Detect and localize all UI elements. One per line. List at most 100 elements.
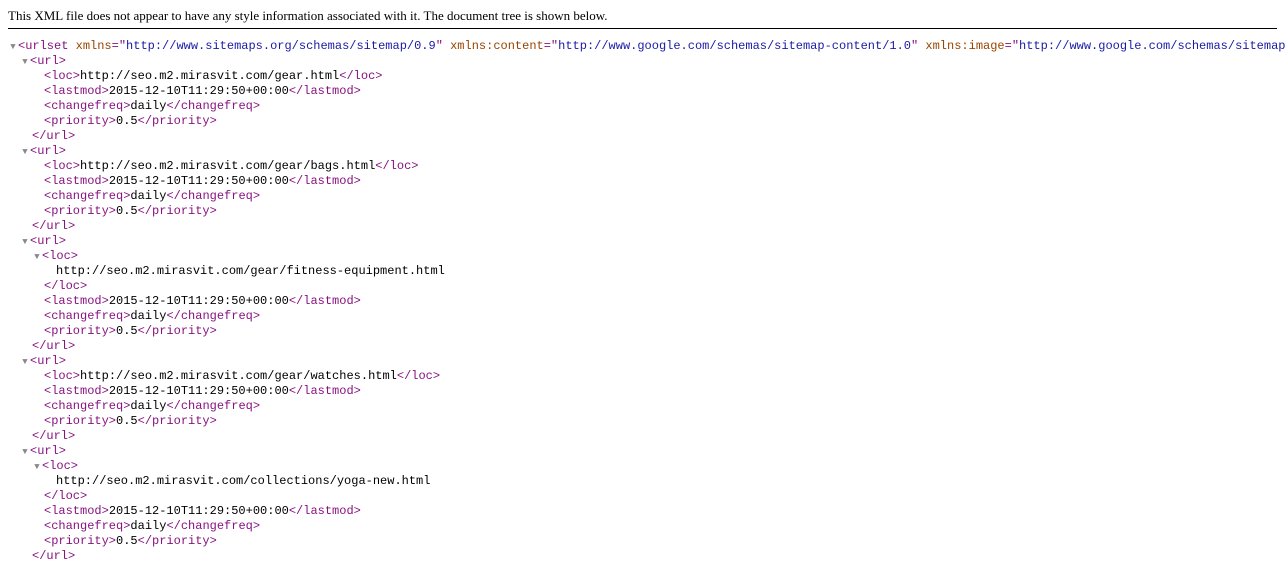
xml-element-loc-close: </loc> [8,279,1277,294]
tag-lastmod-close: </lastmod> [289,174,361,188]
xml-element-url-close: </url> [8,549,1277,564]
tag-changefreq-open: <changefreq> [44,189,130,203]
tag-loc-open: <loc> [42,459,78,473]
tag-lastmod-close: </lastmod> [289,84,361,98]
xml-element-url: <url> [8,54,1277,69]
xml-element-lastmod: <lastmod>2015-12-10T11:29:50+00:00</last… [8,84,1277,99]
attr-name: xmlns [76,39,112,53]
xml-element-lastmod: <lastmod>2015-12-10T11:29:50+00:00</last… [8,504,1277,519]
tag-priority-open: <priority> [44,114,116,128]
tag-priority-close: </priority> [138,534,217,548]
tag-priority-open: <priority> [44,324,116,338]
text-changefreq: daily [130,519,166,533]
xml-element-changefreq: <changefreq>daily</changefreq> [8,399,1277,414]
punct: " [436,39,443,53]
collapse-toggle-icon[interactable] [20,354,30,369]
text-lastmod: 2015-12-10T11:29:50+00:00 [109,504,289,518]
text-priority: 0.5 [116,204,138,218]
xml-element-url-close: </url> [8,429,1277,444]
tag-changefreq-close: </changefreq> [166,399,260,413]
xml-element-loc-close: </loc> [8,489,1277,504]
xml-element-priority: <priority>0.5</priority> [8,114,1277,129]
tag-lastmod-close: </lastmod> [289,504,361,518]
xml-element-lastmod: <lastmod>2015-12-10T11:29:50+00:00</last… [8,294,1277,309]
text-loc: http://seo.m2.mirasvit.com/gear/bags.htm… [80,159,375,173]
xml-element-url: <url> [8,144,1277,159]
xml-no-style-message: This XML file does not appear to have an… [8,8,1277,29]
collapse-toggle-icon[interactable] [32,459,42,474]
text-priority: 0.5 [116,324,138,338]
tag-priority-open: <priority> [44,534,116,548]
tag-loc-close: </loc> [375,159,418,173]
space [68,39,75,53]
tag-priority-close: </priority> [138,204,217,218]
text-loc: http://seo.m2.mirasvit.com/gear/watches.… [80,369,397,383]
text-priority: 0.5 [116,534,138,548]
xml-element-url-close: </url> [8,339,1277,354]
xml-text-loc: http://seo.m2.mirasvit.com/gear/fitness-… [8,264,1277,279]
tag-loc-open: <loc> [44,159,80,173]
tag-priority-close: </priority> [138,324,217,338]
xml-element-loc: <loc>http://seo.m2.mirasvit.com/gear.htm… [8,69,1277,84]
tag-lastmod-open: <lastmod> [44,84,109,98]
text-priority: 0.5 [116,414,138,428]
tag-loc-open: <loc> [42,249,78,263]
collapse-toggle-icon[interactable] [20,54,30,69]
xml-element-loc: <loc> [8,249,1277,264]
attr-value: http://www.sitemaps.org/schemas/sitemap/… [126,39,436,53]
text-loc: http://seo.m2.mirasvit.com/gear.html [80,69,339,83]
collapse-toggle-icon[interactable] [20,144,30,159]
xml-element-loc: <loc> [8,459,1277,474]
tag-url-close: </url> [32,429,75,443]
tag-lastmod-open: <lastmod> [44,504,109,518]
xml-element-lastmod: <lastmod>2015-12-10T11:29:50+00:00</last… [8,384,1277,399]
xml-element-url: <url> [8,354,1277,369]
tag-changefreq-close: </changefreq> [166,519,260,533]
xml-element-lastmod: <lastmod>2015-12-10T11:29:50+00:00</last… [8,174,1277,189]
tag-priority-close: </priority> [138,114,217,128]
collapse-toggle-icon[interactable] [20,444,30,459]
tag-loc-open: <loc> [44,69,80,83]
text-loc: http://seo.m2.mirasvit.com/gear/fitness-… [56,264,445,278]
text-loc: http://seo.m2.mirasvit.com/collections/y… [56,474,430,488]
tag-loc-open: <loc> [44,369,80,383]
punct: =" [544,39,558,53]
collapse-toggle-icon[interactable] [20,234,30,249]
xml-element-url: <url> [8,234,1277,249]
tag-loc-close: </loc> [397,369,440,383]
xml-element-changefreq: <changefreq>daily</changefreq> [8,309,1277,324]
text-lastmod: 2015-12-10T11:29:50+00:00 [109,174,289,188]
xml-element-loc: <loc>http://seo.m2.mirasvit.com/gear/bag… [8,159,1277,174]
punct: =" [1005,39,1019,53]
xml-text-loc: http://seo.m2.mirasvit.com/collections/y… [8,474,1277,489]
xml-element-priority: <priority>0.5</priority> [8,324,1277,339]
tag-url-close: </url> [32,549,75,563]
text-changefreq: daily [130,189,166,203]
collapse-toggle-icon[interactable] [32,249,42,264]
tag-url-close: </url> [32,129,75,143]
tag-priority-open: <priority> [44,414,116,428]
tag-priority-open: <priority> [44,204,116,218]
attr-value: http://www.google.com/schemas/sitemap-im… [1019,39,1285,53]
tag-loc-close: </loc> [44,279,87,293]
text-changefreq: daily [130,399,166,413]
tag-changefreq-open: <changefreq> [44,99,130,113]
text-changefreq: daily [130,99,166,113]
tag-url-close: </url> [32,219,75,233]
tag-priority-close: </priority> [138,414,217,428]
xml-element-url-close: </url> [8,219,1277,234]
tag-lastmod-open: <lastmod> [44,294,109,308]
tag-url-open: <url> [30,54,66,68]
text-lastmod: 2015-12-10T11:29:50+00:00 [109,294,289,308]
tag-lastmod-open: <lastmod> [44,174,109,188]
tag-changefreq-open: <changefreq> [44,519,130,533]
xml-document-tree: <urlset xmlns="http://www.sitemaps.org/s… [8,39,1277,564]
tag-changefreq-close: </changefreq> [166,309,260,323]
xml-element-url: <url> [8,444,1277,459]
tag-lastmod-close: </lastmod> [289,294,361,308]
tag-lastmod-open: <lastmod> [44,384,109,398]
tag-url-close: </url> [32,339,75,353]
tag-url-open: <url> [30,144,66,158]
collapse-toggle-icon[interactable] [8,39,18,54]
tag-changefreq-close: </changefreq> [166,99,260,113]
